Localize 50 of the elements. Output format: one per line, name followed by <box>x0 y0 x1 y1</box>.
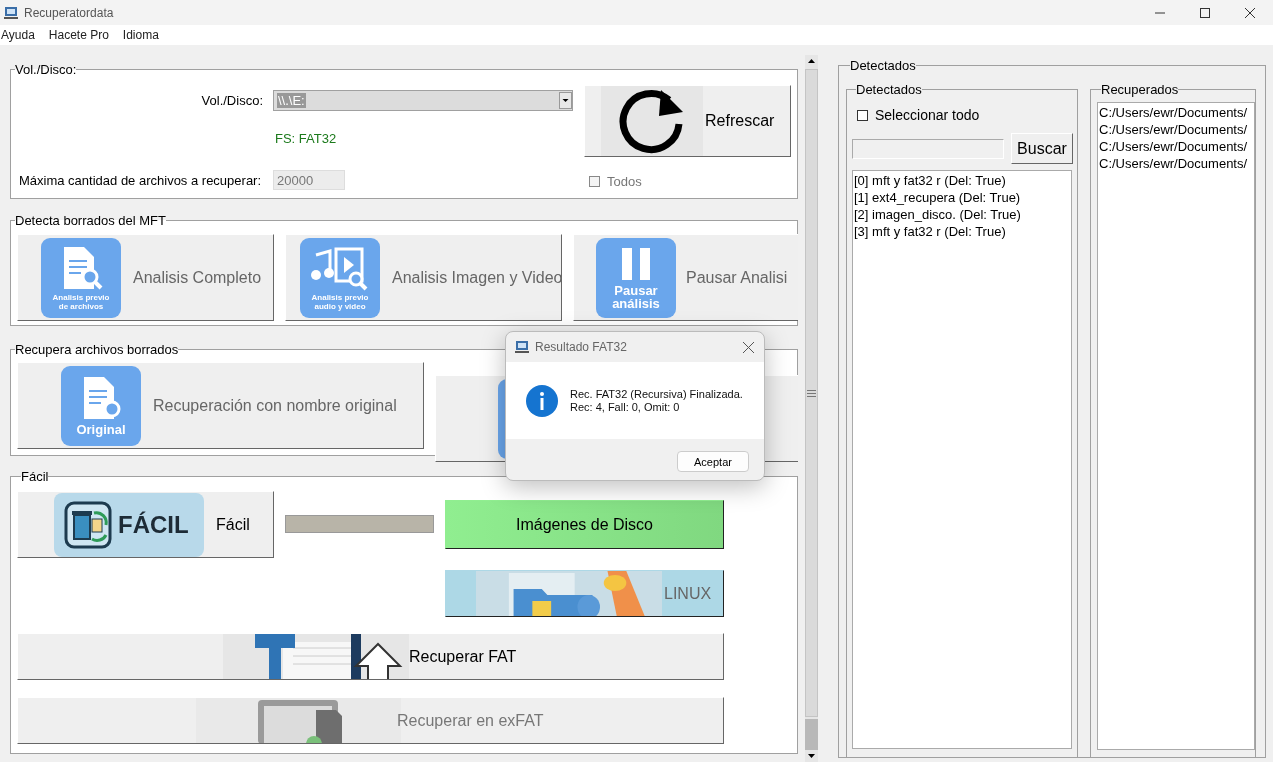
list-item[interactable]: [1] ext4_recupera (Del: True) <box>854 189 1070 206</box>
group-title: Recupera archivos borrados <box>15 342 179 357</box>
close-icon[interactable] <box>743 341 754 353</box>
analysis-button[interactable]: Pausar análisis Pausar Analisi <box>573 234 798 321</box>
menu-item[interactable]: Hacete Pro <box>48 28 109 42</box>
search-field[interactable] <box>852 138 1004 159</box>
list-item[interactable]: [0] mft y fat32 r (Del: True) <box>854 172 1070 189</box>
group-title: Detecta borrados del MFT <box>15 213 166 228</box>
group-title: Fácil <box>21 469 49 484</box>
icon-caption: Analisis previo audio y video <box>310 292 370 311</box>
select-all-checkbox[interactable]: Seleccionar todo <box>857 107 1077 123</box>
group-title: Detectados <box>856 82 922 97</box>
list-item[interactable]: [3] mft y fat32 r (Del: True) <box>854 223 1070 240</box>
filesystem-label: FS: FAT32 <box>274 131 338 146</box>
app-icon <box>4 5 18 20</box>
list-item[interactable]: C:/Users/ewr/Documents/ <box>1099 155 1253 172</box>
badge-text: FÁCIL <box>118 510 189 539</box>
group-title: Vol./Disco: <box>15 62 77 77</box>
accept-button[interactable]: Aceptar <box>677 451 749 472</box>
max-files-field[interactable]: 20000 <box>273 170 345 190</box>
search-button[interactable]: Buscar <box>1011 133 1073 164</box>
trash-icon <box>64 500 112 549</box>
disk-images-button[interactable]: Imágenes de Disco <box>445 500 724 549</box>
refresh-button[interactable]: Refrescar <box>584 85 791 157</box>
app-icon <box>515 340 529 354</box>
easy-button[interactable]: FÁCIL Fácil <box>17 491 274 558</box>
recover-button[interactable]: Original Recuperación con nombre original <box>17 362 424 449</box>
list-item[interactable]: C:/Users/ewr/Documents/ <box>1099 121 1253 138</box>
icon-caption: Analisis previo de archivos <box>51 292 111 311</box>
analysis-button[interactable]: Analisis previo audio y video Analisis Imagen y Video <box>285 234 562 321</box>
field-label: Vol./Disco: <box>200 92 263 110</box>
analysis-button[interactable]: Analisis previo de archivos Analisis Completo <box>17 234 274 321</box>
recover-fs-button[interactable]: Recuperar FAT <box>17 633 724 680</box>
maximize-icon[interactable] <box>1200 7 1210 18</box>
grip-icon <box>807 389 816 397</box>
icon-caption: Pausar análisis <box>611 283 661 310</box>
info-icon <box>526 384 558 417</box>
list-item[interactable]: C:/Users/ewr/Documents/ <box>1099 104 1253 121</box>
list-item[interactable]: [2] imagen_disco. (Del: True) <box>854 206 1070 223</box>
menu-item[interactable]: Ayuda <box>1 28 35 42</box>
window-title: Recuperatordata <box>24 5 114 20</box>
dialog-message: Rec. FAT32 (Recursiva) Finalizada. Rec: 4, Fall: 0, Omit: 0 <box>570 387 743 414</box>
list-item[interactable]: C:/Users/ewr/Documents/ <box>1099 138 1253 155</box>
menu-item[interactable]: Idioma <box>122 28 159 42</box>
field-label: Máxima cantidad de archivos a recuperar: <box>18 172 263 188</box>
dialog-title: Resultado FAT32 <box>535 340 627 354</box>
close-icon[interactable] <box>1245 7 1255 18</box>
icon-caption: Original <box>75 423 127 436</box>
group-title: Detectados <box>850 58 916 73</box>
group-title: Recuperados <box>1101 82 1179 97</box>
